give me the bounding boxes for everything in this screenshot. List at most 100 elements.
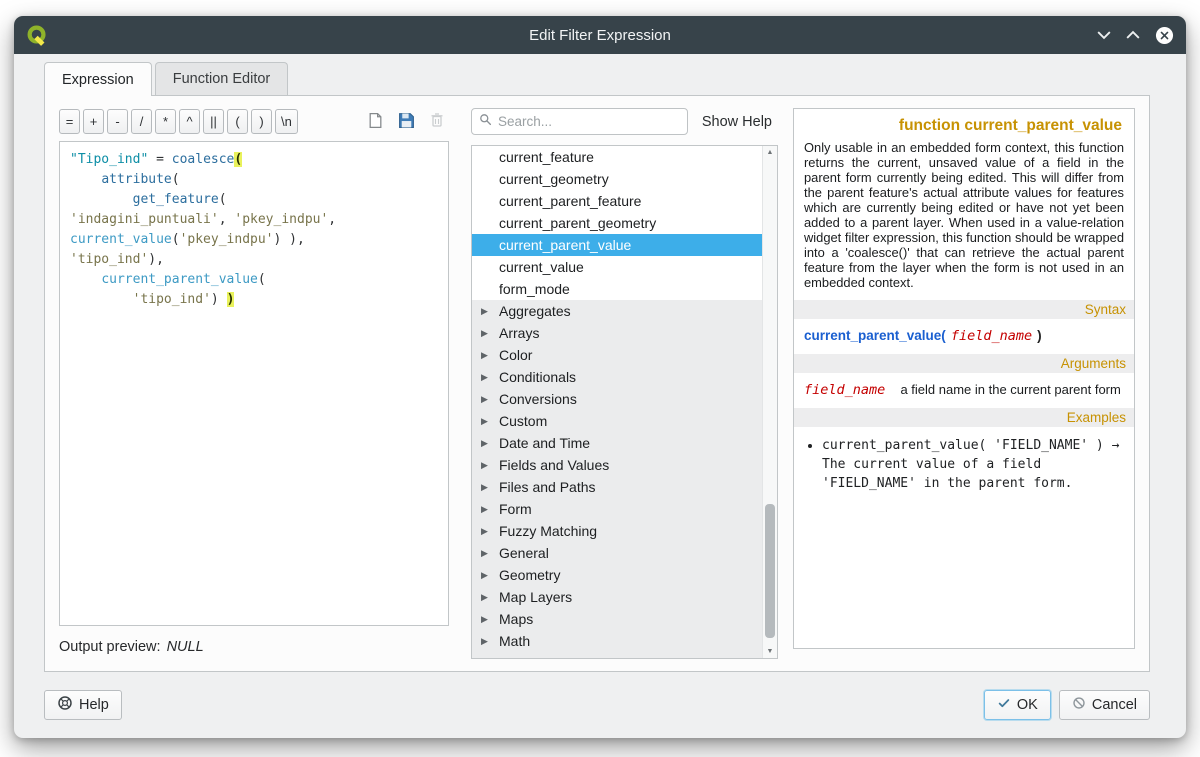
function-item-row[interactable]: current_parent_feature <box>472 190 762 212</box>
expander-icon[interactable]: ▶ <box>481 372 499 383</box>
function-group-row[interactable]: ▶General <box>472 542 762 564</box>
operator-button[interactable]: + <box>83 109 104 134</box>
expression-panel: =+-/*^||()\n <box>59 108 449 659</box>
expander-icon[interactable]: ▶ <box>481 614 499 625</box>
expander-icon[interactable]: ▶ <box>481 482 499 493</box>
scrollbar-thumb[interactable] <box>765 504 775 637</box>
expander-icon[interactable]: ▶ <box>481 460 499 471</box>
function-group-row[interactable]: ▶Conditionals <box>472 366 762 388</box>
expander-icon[interactable]: ▶ <box>481 548 499 559</box>
expander-icon[interactable]: ▶ <box>481 394 499 405</box>
function-label: Operators <box>499 655 561 658</box>
scroll-down-icon[interactable]: ▼ <box>763 645 777 658</box>
save-expression-button[interactable] <box>394 110 418 134</box>
function-group-row[interactable]: ▶Custom <box>472 410 762 432</box>
ok-button[interactable]: OK <box>984 690 1051 720</box>
function-item-row[interactable]: current_feature <box>472 146 762 168</box>
function-item-row[interactable]: current_parent_geometry <box>472 212 762 234</box>
function-group-row[interactable]: ▶Date and Time <box>472 432 762 454</box>
function-group-row[interactable]: ▶Form <box>472 498 762 520</box>
function-group-row[interactable]: ▶Conversions <box>472 388 762 410</box>
expander-icon[interactable]: ▶ <box>481 306 499 317</box>
tab-expression[interactable]: Expression <box>44 62 152 96</box>
syntax-function: current_parent_value( <box>804 328 946 343</box>
help-description: Only usable in an embedded form context,… <box>804 140 1124 290</box>
close-icon[interactable] <box>1155 26 1174 45</box>
function-list-scrollbar[interactable]: ▲ ▼ <box>762 146 777 658</box>
expander-icon[interactable]: ▶ <box>481 570 499 581</box>
function-group-row[interactable]: ▶Maps <box>472 608 762 630</box>
example-arrow: → <box>1104 438 1120 453</box>
function-label: Color <box>499 347 532 363</box>
expander-icon[interactable]: ▶ <box>481 504 499 515</box>
scroll-up-icon[interactable]: ▲ <box>763 146 777 159</box>
operator-button[interactable]: || <box>203 109 224 134</box>
tab-content: =+-/*^||()\n <box>44 95 1150 672</box>
window-title: Edit Filter Expression <box>14 27 1186 44</box>
function-group-row[interactable]: ▶Geometry <box>472 564 762 586</box>
expander-icon[interactable]: ▶ <box>481 416 499 427</box>
examples-header: Examples <box>794 408 1134 427</box>
function-label: Form <box>499 501 532 517</box>
function-label: Arrays <box>499 325 539 341</box>
function-group-row[interactable]: ▶Aggregates <box>472 300 762 322</box>
maximize-icon[interactable] <box>1126 30 1140 40</box>
function-label: current_parent_feature <box>499 193 641 209</box>
function-group-row[interactable]: ▶Arrays <box>472 322 762 344</box>
expander-icon[interactable]: ▶ <box>481 526 499 537</box>
operator-button[interactable]: ) <box>251 109 272 134</box>
expander-icon[interactable]: ▶ <box>481 658 499 659</box>
operator-button[interactable]: \n <box>275 109 298 134</box>
function-group-row[interactable]: ▶Math <box>472 630 762 652</box>
function-label: Fields and Values <box>499 457 609 473</box>
function-group-row[interactable]: ▶Operators <box>472 652 762 658</box>
function-item-row[interactable]: current_geometry <box>472 168 762 190</box>
titlebar[interactable]: Edit Filter Expression <box>14 16 1186 54</box>
example-item: current_parent_value( 'FIELD_NAME' ) → T… <box>822 436 1126 493</box>
help-button[interactable]: Help <box>44 690 122 720</box>
expander-icon[interactable]: ▶ <box>481 350 499 361</box>
function-label: current_value <box>499 259 584 275</box>
expander-icon[interactable]: ▶ <box>481 438 499 449</box>
operator-button[interactable]: - <box>107 109 128 134</box>
argument-name: field_name <box>804 382 885 398</box>
operator-button[interactable]: ( <box>227 109 248 134</box>
shade-icon[interactable] <box>1097 30 1111 40</box>
operator-button[interactable]: * <box>155 109 176 134</box>
function-item-row[interactable]: current_parent_value <box>472 234 762 256</box>
operator-button[interactable]: ^ <box>179 109 200 134</box>
button-box: Help OK Cancel <box>44 672 1150 738</box>
function-label: General <box>499 545 549 561</box>
operator-button[interactable]: / <box>131 109 152 134</box>
argument-row: field_name a field name in the current p… <box>804 382 1124 398</box>
search-input[interactable] <box>498 114 680 129</box>
function-group-row[interactable]: ▶Color <box>472 344 762 366</box>
expander-icon[interactable]: ▶ <box>481 636 499 647</box>
function-label: Date and Time <box>499 435 590 451</box>
new-expression-button[interactable] <box>363 110 387 134</box>
expression-editor[interactable]: "Tipo_ind" = coalesce( attribute( get_fe… <box>59 141 449 626</box>
function-label: Files and Paths <box>499 479 596 495</box>
function-group-row[interactable]: ▶Fuzzy Matching <box>472 520 762 542</box>
delete-expression-button[interactable] <box>425 110 449 134</box>
cancel-button[interactable]: Cancel <box>1059 690 1150 720</box>
help-title: function current_parent_value <box>802 115 1126 140</box>
function-label: Fuzzy Matching <box>499 523 597 539</box>
function-group-row[interactable]: ▶Map Layers <box>472 586 762 608</box>
tab-bar: Expression Function Editor <box>44 62 288 96</box>
expander-icon[interactable]: ▶ <box>481 328 499 339</box>
function-item-row[interactable]: current_value <box>472 256 762 278</box>
save-icon <box>398 112 415 132</box>
operator-button[interactable]: = <box>59 109 80 134</box>
function-list[interactable]: current_featurecurrent_geometry current_p… <box>471 145 778 659</box>
function-rows: current_featurecurrent_geometry current_p… <box>472 146 762 658</box>
example-result: The current value of a field 'FIELD_NAME… <box>822 457 1072 491</box>
show-help-button[interactable]: Show Help <box>696 114 778 130</box>
function-item-row[interactable]: form_mode <box>472 278 762 300</box>
search-box[interactable] <box>471 108 688 135</box>
function-group-row[interactable]: ▶Files and Paths <box>472 476 762 498</box>
expander-icon[interactable]: ▶ <box>481 592 499 603</box>
examples-list: current_parent_value( 'FIELD_NAME' ) → T… <box>822 436 1126 493</box>
function-group-row[interactable]: ▶Fields and Values <box>472 454 762 476</box>
tab-function-editor[interactable]: Function Editor <box>155 62 289 95</box>
